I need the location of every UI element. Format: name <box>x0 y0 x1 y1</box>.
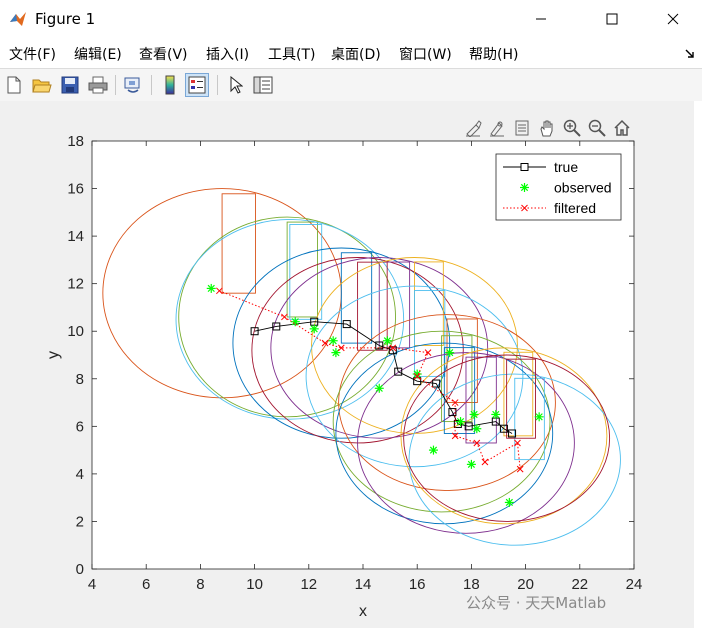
x-tick-label: 22 <box>571 576 588 593</box>
legend-label: true <box>554 159 578 175</box>
marker-observed <box>445 348 455 358</box>
marker-observed <box>466 459 476 469</box>
x-tick-label: 4 <box>88 576 96 593</box>
x-tick-label: 6 <box>142 576 150 593</box>
legend-marker <box>520 163 529 171</box>
y-tick-label: 6 <box>76 418 84 435</box>
marker-observed <box>290 317 300 327</box>
legend-label: filtered <box>554 200 596 216</box>
x-tick-label: 8 <box>196 576 204 593</box>
marker-observed <box>469 409 479 419</box>
x-tick-label: 12 <box>300 576 317 593</box>
marker-observed <box>472 424 482 434</box>
x-tick-label: 20 <box>517 576 534 593</box>
x-tick-label: 14 <box>355 576 372 593</box>
chart-plot[interactable]: 4 6 8 10 12 14 16 18 20 22 24024681012141618xy tru… <box>0 0 702 628</box>
watermark: 公众号 · 天天Matlab <box>466 594 607 612</box>
x-tick-label: 18 <box>463 576 480 593</box>
x-axis-label: x <box>359 603 367 620</box>
legend-marker <box>520 183 529 192</box>
marker-observed <box>412 369 422 379</box>
y-axis-label: y <box>45 351 62 359</box>
y-tick-label: 14 <box>67 228 84 245</box>
marker-observed <box>534 412 544 422</box>
x-tick-label: 24 <box>626 576 643 593</box>
y-tick-label: 4 <box>76 466 84 483</box>
x-tick-label: 10 <box>246 576 263 593</box>
y-tick-label: 12 <box>67 276 84 293</box>
marker-observed <box>491 409 501 419</box>
y-tick-label: 18 <box>67 133 84 150</box>
marker-observed <box>328 336 338 346</box>
y-tick-label: 10 <box>67 323 84 340</box>
y-tick-label: 0 <box>76 561 84 578</box>
x-tick-label: 16 <box>409 576 426 593</box>
marker-observed <box>456 417 466 427</box>
y-tick-label: 8 <box>76 371 84 388</box>
legend-label: observed <box>554 180 612 196</box>
marker-observed <box>206 283 216 293</box>
marker-observed <box>382 336 392 346</box>
y-tick-label: 16 <box>67 181 84 198</box>
marker-observed <box>428 445 438 455</box>
y-tick-label: 2 <box>76 513 84 530</box>
marker-observed <box>504 497 514 507</box>
marker-observed <box>374 383 384 393</box>
marker-observed <box>309 324 319 334</box>
